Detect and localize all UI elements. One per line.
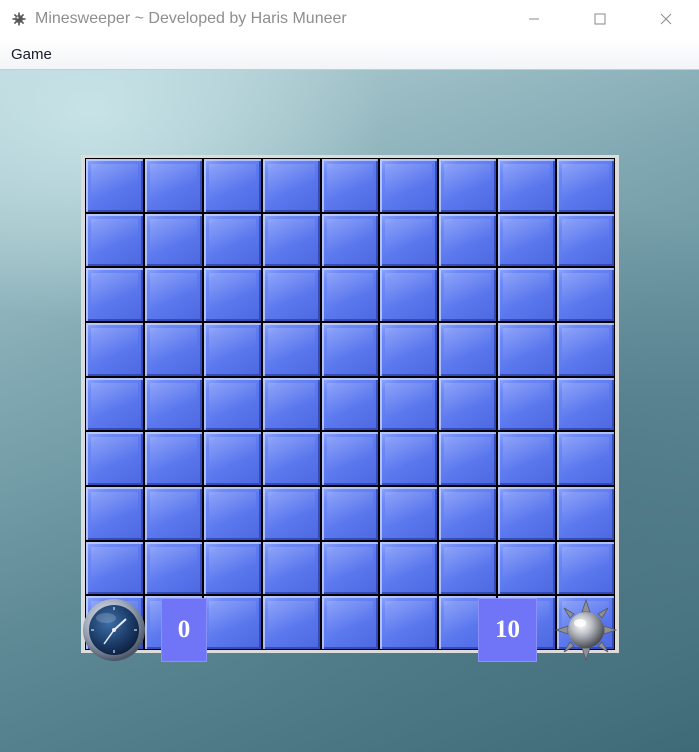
- menu-bar: Game: [0, 38, 699, 70]
- mine-cell[interactable]: [144, 323, 202, 376]
- maximize-icon: [594, 13, 606, 25]
- mine-cell[interactable]: [86, 213, 143, 267]
- mine-cell[interactable]: [557, 541, 614, 595]
- mine-cell[interactable]: [380, 323, 438, 376]
- mine-cell[interactable]: [439, 432, 497, 485]
- mine-cell[interactable]: [203, 159, 261, 212]
- mine-cell[interactable]: [380, 596, 438, 649]
- mine-cell[interactable]: [557, 377, 614, 431]
- mine-cell[interactable]: [439, 268, 497, 321]
- mine-cell[interactable]: [203, 377, 261, 431]
- maximize-button[interactable]: [567, 0, 633, 38]
- mine-cell[interactable]: [557, 323, 614, 376]
- mine-cell[interactable]: [380, 213, 438, 267]
- clock-icon: [82, 598, 146, 662]
- mine-cell[interactable]: [498, 213, 556, 267]
- mine-cell[interactable]: [439, 159, 497, 212]
- mine-cell[interactable]: [262, 541, 320, 595]
- mine-cell[interactable]: [203, 487, 261, 540]
- mine-cell[interactable]: [498, 323, 556, 376]
- mine-cell[interactable]: [262, 268, 320, 321]
- mine-icon: [554, 598, 618, 662]
- mine-cell[interactable]: [144, 159, 202, 212]
- menu-game[interactable]: Game: [11, 46, 52, 63]
- mine-cell[interactable]: [86, 487, 143, 540]
- mine-cell[interactable]: [262, 432, 320, 485]
- mine-cell[interactable]: [557, 213, 614, 267]
- mine-cell[interactable]: [262, 487, 320, 540]
- mine-cell[interactable]: [262, 323, 320, 376]
- mine-cell[interactable]: [557, 432, 614, 485]
- mine-cell[interactable]: [86, 432, 143, 485]
- mine-cell[interactable]: [498, 487, 556, 540]
- minimize-button[interactable]: [501, 0, 567, 38]
- title-bar[interactable]: Minesweeper ~ Developed by Haris Muneer: [0, 0, 699, 38]
- close-button[interactable]: [633, 0, 699, 38]
- mine-cell[interactable]: [321, 213, 379, 267]
- mine-cell[interactable]: [203, 432, 261, 485]
- mine-cell[interactable]: [86, 541, 143, 595]
- mine-cell[interactable]: [321, 268, 379, 321]
- mine-cell[interactable]: [380, 432, 438, 485]
- mine-gear-icon: [11, 11, 27, 27]
- mine-cell[interactable]: [498, 268, 556, 321]
- mine-cell[interactable]: [439, 323, 497, 376]
- mine-cell[interactable]: [321, 596, 379, 649]
- mine-cell[interactable]: [321, 159, 379, 212]
- mine-cell[interactable]: [380, 268, 438, 321]
- mine-cell[interactable]: [86, 323, 143, 376]
- minimize-icon: [529, 18, 539, 20]
- mine-cell[interactable]: [380, 487, 438, 540]
- minefield-grid: [85, 158, 615, 650]
- mine-cell[interactable]: [203, 323, 261, 376]
- mine-cell[interactable]: [439, 377, 497, 431]
- mine-cell[interactable]: [86, 159, 143, 212]
- mine-cell[interactable]: [321, 487, 379, 540]
- mine-cell[interactable]: [498, 432, 556, 485]
- mine-cell[interactable]: [203, 596, 261, 649]
- window-title: Minesweeper ~ Developed by Haris Muneer: [35, 10, 347, 27]
- timer-display: 0: [161, 598, 207, 662]
- mine-cell[interactable]: [86, 377, 143, 431]
- mine-cell[interactable]: [439, 213, 497, 267]
- mine-cell[interactable]: [498, 377, 556, 431]
- mine-cell[interactable]: [557, 268, 614, 321]
- mine-cell[interactable]: [86, 268, 143, 321]
- mine-counter: 10: [478, 598, 537, 662]
- mine-cell[interactable]: [144, 487, 202, 540]
- mine-cell[interactable]: [380, 377, 438, 431]
- mine-cell[interactable]: [439, 541, 497, 595]
- mine-cell[interactable]: [439, 487, 497, 540]
- mine-cell[interactable]: [321, 541, 379, 595]
- mine-cell[interactable]: [321, 377, 379, 431]
- mine-cell[interactable]: [144, 541, 202, 595]
- mine-cell[interactable]: [203, 541, 261, 595]
- minefield-board: [81, 155, 619, 653]
- mine-cell[interactable]: [144, 377, 202, 431]
- mine-cell[interactable]: [498, 541, 556, 595]
- mine-cell[interactable]: [557, 159, 614, 212]
- mine-cell[interactable]: [262, 159, 320, 212]
- mine-cell[interactable]: [321, 323, 379, 376]
- mine-cell[interactable]: [557, 487, 614, 540]
- mine-cell[interactable]: [144, 432, 202, 485]
- mine-cell[interactable]: [144, 213, 202, 267]
- mine-cell[interactable]: [262, 377, 320, 431]
- mine-cell[interactable]: [144, 268, 202, 321]
- mine-cell[interactable]: [321, 432, 379, 485]
- mine-cell[interactable]: [262, 213, 320, 267]
- mine-cell[interactable]: [380, 159, 438, 212]
- mine-cell[interactable]: [203, 213, 261, 267]
- mine-cell[interactable]: [262, 596, 320, 649]
- close-icon: [660, 13, 672, 25]
- mine-cell[interactable]: [498, 159, 556, 212]
- mine-cell[interactable]: [203, 268, 261, 321]
- mine-cell[interactable]: [380, 541, 438, 595]
